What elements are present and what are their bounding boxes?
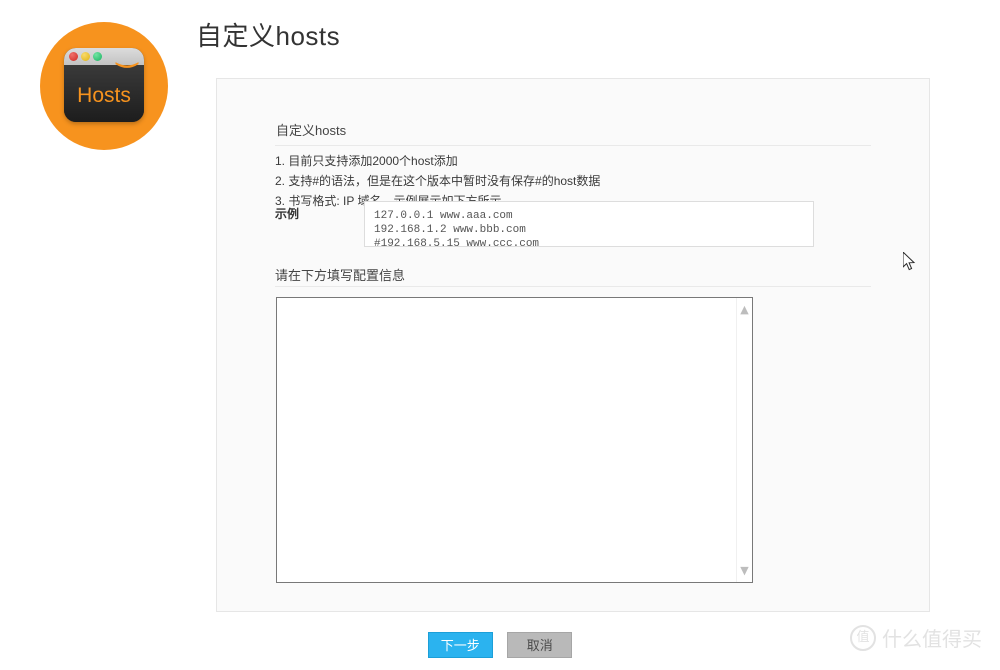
red-dot-icon xyxy=(69,52,78,61)
watermark-badge: 值 xyxy=(850,624,876,651)
example-line-2: 192.168.1.2 www.bbb.com xyxy=(374,224,526,236)
icon-label: Hosts xyxy=(77,84,131,107)
chevron-up-icon[interactable]: ▲ xyxy=(737,302,752,317)
page-title: 自定义hosts xyxy=(196,21,341,51)
divider-top xyxy=(275,145,871,146)
section-heading: 自定义hosts xyxy=(276,123,347,138)
instruction-item-1: 1. 目前只支持添加2000个host添加 xyxy=(275,154,458,168)
example-box: 127.0.0.1 www.aaa.com 192.168.1.2 www.bb… xyxy=(364,201,814,250)
hosts-textarea[interactable] xyxy=(277,298,738,582)
app-icon: ) Hosts xyxy=(40,22,168,150)
watermark-text: 什么值得买 xyxy=(882,629,982,651)
instruction-item-2: 2. 支持#的语法，但是在这个版本中暂时没有保存#的host数据 xyxy=(275,174,601,188)
fill-config-label: 请在下方填写配置信息 xyxy=(275,268,406,283)
example-line-1: 127.0.0.1 www.aaa.com xyxy=(374,210,513,222)
divider-mid xyxy=(275,286,871,287)
watermark: 值 什么值得买 xyxy=(850,623,982,652)
cancel-button[interactable]: 取消 xyxy=(507,632,573,658)
hosts-window-glyph: ) Hosts xyxy=(64,48,144,122)
smiley-icon: ) xyxy=(112,60,142,71)
chevron-down-icon[interactable]: ▼ xyxy=(737,563,752,578)
yellow-dot-icon xyxy=(81,52,90,61)
hosts-textarea-wrapper: ▲ ▼ xyxy=(276,297,753,583)
textarea-scrollbar[interactable]: ▲ ▼ xyxy=(736,298,752,582)
next-step-button[interactable]: 下一步 xyxy=(427,632,493,658)
green-dot-icon xyxy=(93,52,102,61)
example-line-3: #192.168.5.15 www.ccc.com xyxy=(374,238,540,250)
example-label: 示例 xyxy=(275,207,300,221)
config-panel: 自定义hosts 1. 目前只支持添加2000个host添加 2. 支持#的语法… xyxy=(216,78,930,612)
